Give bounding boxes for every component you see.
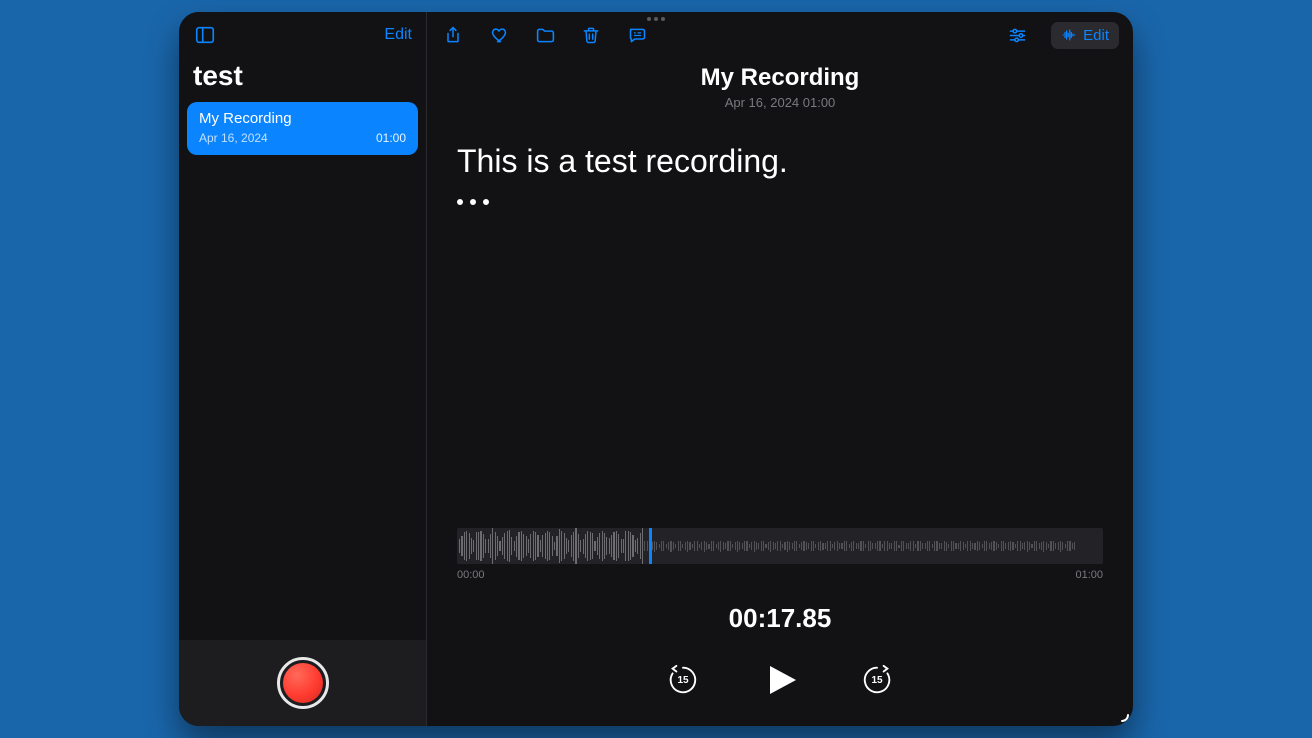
time-start-label: 00:00 [457,569,485,581]
playback-options-icon[interactable] [1005,23,1029,47]
trash-icon[interactable] [579,23,603,47]
sidebar-toggle-icon[interactable] [193,23,217,47]
detail-pane: Edit My Recording Apr 16, 2024 01:00 Thi… [427,12,1133,726]
playback-controls: 15 15 [457,660,1103,700]
transcript-text: This is a test recording. [457,140,1103,183]
folder-title: test [179,58,426,102]
detail-toolbar: Edit [427,12,1133,58]
app-window: Edit test My Recording Apr 16, 2024 01:0… [179,12,1133,726]
record-button[interactable] [277,657,329,709]
skip-back-label: 15 [666,663,700,697]
record-bar [179,640,426,726]
sidebar-edit-button[interactable]: Edit [384,26,412,44]
recording-item-title: My Recording [199,110,406,127]
current-time: 00:17.85 [457,603,1103,634]
skip-forward-label: 15 [860,663,894,697]
favorite-icon[interactable] [487,23,511,47]
recording-item-duration: 01:00 [376,131,406,145]
time-axis: 00:00 01:00 [457,569,1103,581]
recording-item-date: Apr 16, 2024 [199,131,268,145]
share-icon[interactable] [441,23,465,47]
transcript-icon[interactable] [625,23,649,47]
detail-header: My Recording Apr 16, 2024 01:00 [427,64,1133,110]
sidebar-toolbar: Edit [179,12,426,58]
detail-title: My Recording [427,64,1133,92]
detail-subtitle: Apr 16, 2024 01:00 [427,95,1133,110]
play-button[interactable] [760,660,800,700]
transcript-area: This is a test recording. [427,110,1133,205]
move-to-folder-icon[interactable] [533,23,557,47]
waveform-scrubber[interactable] [457,528,1103,564]
resize-grip-icon[interactable] [1113,706,1129,722]
recording-list-item[interactable]: My Recording Apr 16, 2024 01:00 [187,102,418,155]
time-end-label: 01:00 [1075,569,1103,581]
skip-back-button[interactable]: 15 [666,663,700,697]
playhead[interactable] [649,528,652,564]
skip-forward-button[interactable]: 15 [860,663,894,697]
playback-panel: 00:00 01:00 00:17.85 15 [427,528,1133,726]
edit-recording-button[interactable]: Edit [1051,22,1119,49]
waveform-icon [1061,27,1077,43]
transcript-loading-icon [457,199,1103,205]
record-dot-icon [283,663,323,703]
sidebar: Edit test My Recording Apr 16, 2024 01:0… [179,12,427,726]
edit-recording-label: Edit [1083,27,1109,44]
